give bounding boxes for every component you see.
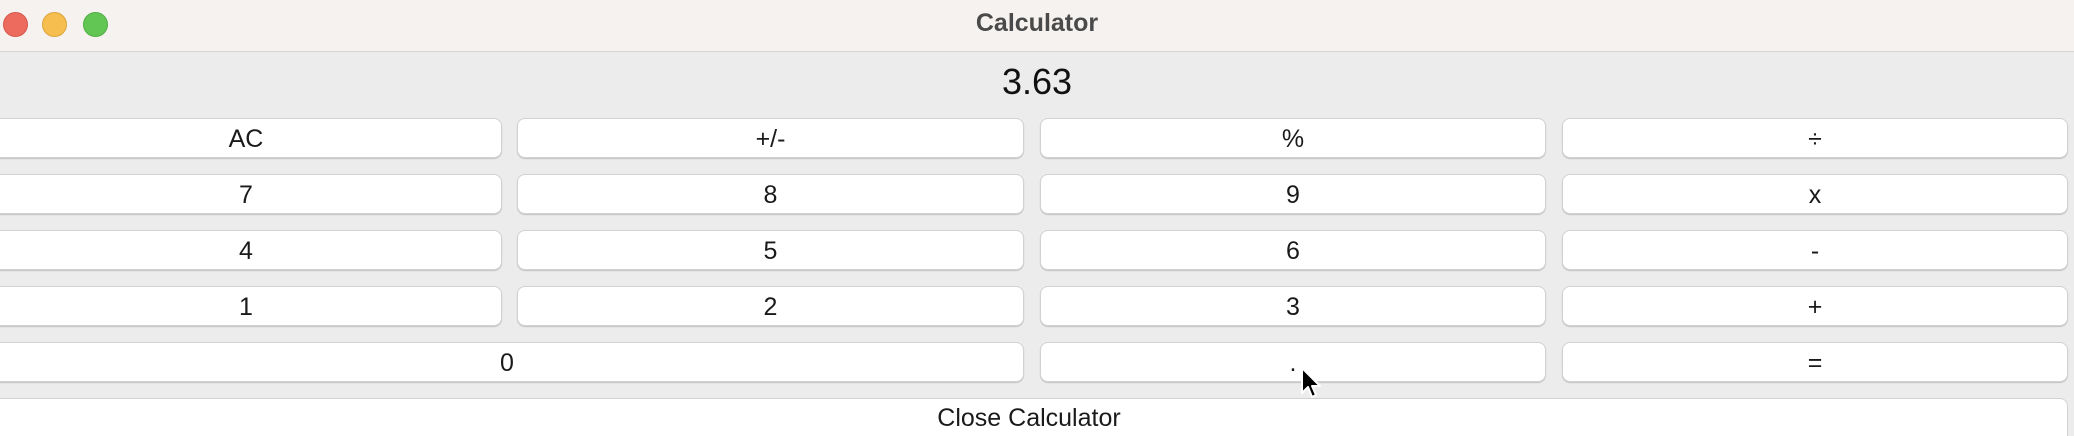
close-calculator-button[interactable]: Close Calculator [0,398,2068,436]
add-button[interactable]: + [1562,286,2068,326]
digit-6-button[interactable]: 6 [1040,230,1546,270]
digit-7-button[interactable]: 7 [0,174,502,214]
digit-5-button[interactable]: 5 [517,230,1024,270]
digit-4-button[interactable]: 4 [0,230,502,270]
digit-2-button[interactable]: 2 [517,286,1024,326]
mouse-pointer-icon [1301,367,1321,398]
digit-9-button[interactable]: 9 [1040,174,1546,214]
multiply-button[interactable]: x [1562,174,2068,214]
window-title: Calculator [975,9,1099,37]
decimal-button[interactable]: . [1040,342,1546,382]
all-clear-button[interactable]: AC [0,118,502,158]
subtract-button[interactable]: - [1562,230,2068,270]
calculator-window: Calculator 3.63 AC +/- % ÷ 7 8 9 x 4 5 6… [0,0,2074,436]
digit-8-button[interactable]: 8 [517,174,1024,214]
divide-button[interactable]: ÷ [1562,118,2068,158]
toggle-sign-button[interactable]: +/- [517,118,1024,158]
title-bar: Calculator [0,0,2074,52]
digit-1-button[interactable]: 1 [0,286,502,326]
equals-button[interactable]: = [1562,342,2068,382]
percent-button[interactable]: % [1040,118,1546,158]
digit-3-button[interactable]: 3 [1040,286,1546,326]
digit-0-button[interactable]: 0 [0,342,1024,382]
result-display: 3.63 [1001,61,1073,102]
